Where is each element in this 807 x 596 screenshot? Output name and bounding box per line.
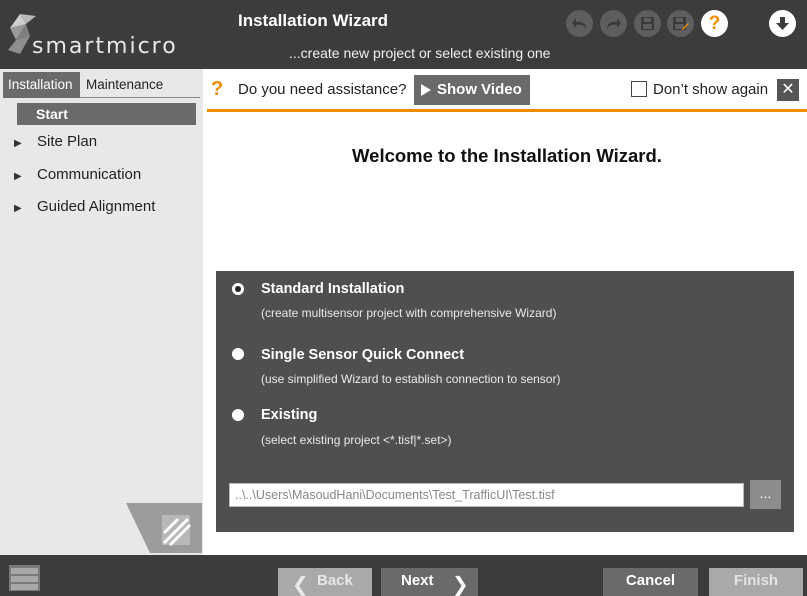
question-icon: ?	[211, 78, 224, 100]
welcome-heading: Welcome to the Installation Wizard.	[352, 145, 662, 166]
assistance-bar: ? Do you need assistance? Show Video Don…	[207, 70, 807, 112]
next-label: Next	[401, 572, 434, 589]
sidebar-tabs: Installation Maintenance	[3, 72, 200, 98]
show-video-button[interactable]: Show Video	[414, 75, 530, 105]
save-as-icon	[673, 17, 689, 30]
tab-maintenance[interactable]: Maintenance	[81, 72, 181, 98]
tab-installation[interactable]: Installation	[3, 72, 80, 98]
sidebar-item-communication[interactable]: ▶ Communication	[14, 164, 141, 186]
chevron-right-icon: ❯	[452, 574, 469, 596]
panel-toggle-icon[interactable]	[8, 564, 41, 592]
help-button[interactable]: ?	[701, 10, 728, 37]
radio-existing[interactable]	[232, 409, 244, 421]
option-title-single-sensor[interactable]: Single Sensor Quick Connect	[261, 347, 464, 363]
next-button[interactable]: Next ❯	[381, 568, 478, 596]
redo-button[interactable]	[600, 10, 627, 37]
finish-button[interactable]: Finish	[709, 568, 803, 596]
dont-show-again-checkbox[interactable]	[631, 81, 647, 97]
close-assistance-button[interactable]: ✕	[777, 79, 799, 101]
undo-button[interactable]	[566, 10, 593, 37]
option-desc-single-sensor: (use simplified Wizard to establish conn…	[261, 372, 561, 386]
help-icon: ?	[708, 12, 721, 34]
play-icon	[421, 84, 431, 96]
expand-arrow-icon: ▶	[14, 203, 22, 214]
logo-text: smartmicro	[32, 34, 178, 59]
assistance-text: Do you need assistance?	[238, 81, 407, 98]
redo-icon	[607, 17, 621, 29]
expand-arrow-icon: ▶	[14, 171, 22, 182]
cancel-button[interactable]: Cancel	[603, 568, 698, 596]
page-title: Installation Wizard	[238, 11, 389, 30]
title-bar: smartmicro Installation Wizard ...create…	[0, 0, 807, 69]
sidebar: Installation Maintenance Start ▶ Site Pla…	[0, 69, 203, 555]
sidebar-item-label: Guided Alignment	[37, 198, 156, 215]
sidebar-item-label: Site Plan	[37, 133, 98, 150]
option-title-existing[interactable]: Existing	[261, 407, 317, 423]
dont-show-again-label[interactable]: Don’t show again	[653, 81, 768, 98]
close-icon: ✕	[781, 81, 795, 98]
back-label: Back	[317, 572, 353, 589]
sidebar-item-site-plan[interactable]: ▶ Site Plan	[14, 131, 97, 153]
option-desc-standard: (create multisensor project with compreh…	[261, 306, 557, 320]
expand-arrow-icon: ▶	[14, 138, 22, 149]
chevron-left-icon: ❮	[292, 574, 309, 596]
option-title-standard[interactable]: Standard Installation	[261, 281, 404, 297]
download-arrow-icon	[776, 17, 789, 30]
sidebar-item-start[interactable]: Start	[17, 103, 196, 125]
radio-standard-installation[interactable]	[232, 283, 244, 295]
sidebar-item-guided-alignment[interactable]: ▶ Guided Alignment	[14, 196, 155, 218]
save-as-button[interactable]	[667, 10, 694, 37]
save-icon	[641, 17, 654, 30]
installation-options-panel: Standard Installation (create multisenso…	[216, 271, 794, 532]
page-subtitle: ...create new project or select existing…	[289, 45, 551, 61]
sidebar-item-label: Communication	[37, 166, 142, 183]
save-button[interactable]	[634, 10, 661, 37]
download-button[interactable]	[769, 10, 796, 37]
back-button[interactable]: ❮ Back	[278, 568, 372, 596]
option-desc-existing: (select existing project <*.tisf|*.set>)	[261, 433, 452, 447]
radio-single-sensor[interactable]	[232, 348, 244, 360]
undo-icon	[572, 17, 586, 29]
browse-button[interactable]: ...	[750, 480, 781, 509]
project-path-input[interactable]: ..\..\Users\MasoudHani\Documents\Test_Tr…	[229, 483, 744, 507]
show-video-label: Show Video	[437, 81, 522, 98]
footer-bar: ❮ Back Next ❯ Cancel Finish	[0, 555, 807, 596]
sidebar-emblem-icon	[126, 503, 202, 553]
